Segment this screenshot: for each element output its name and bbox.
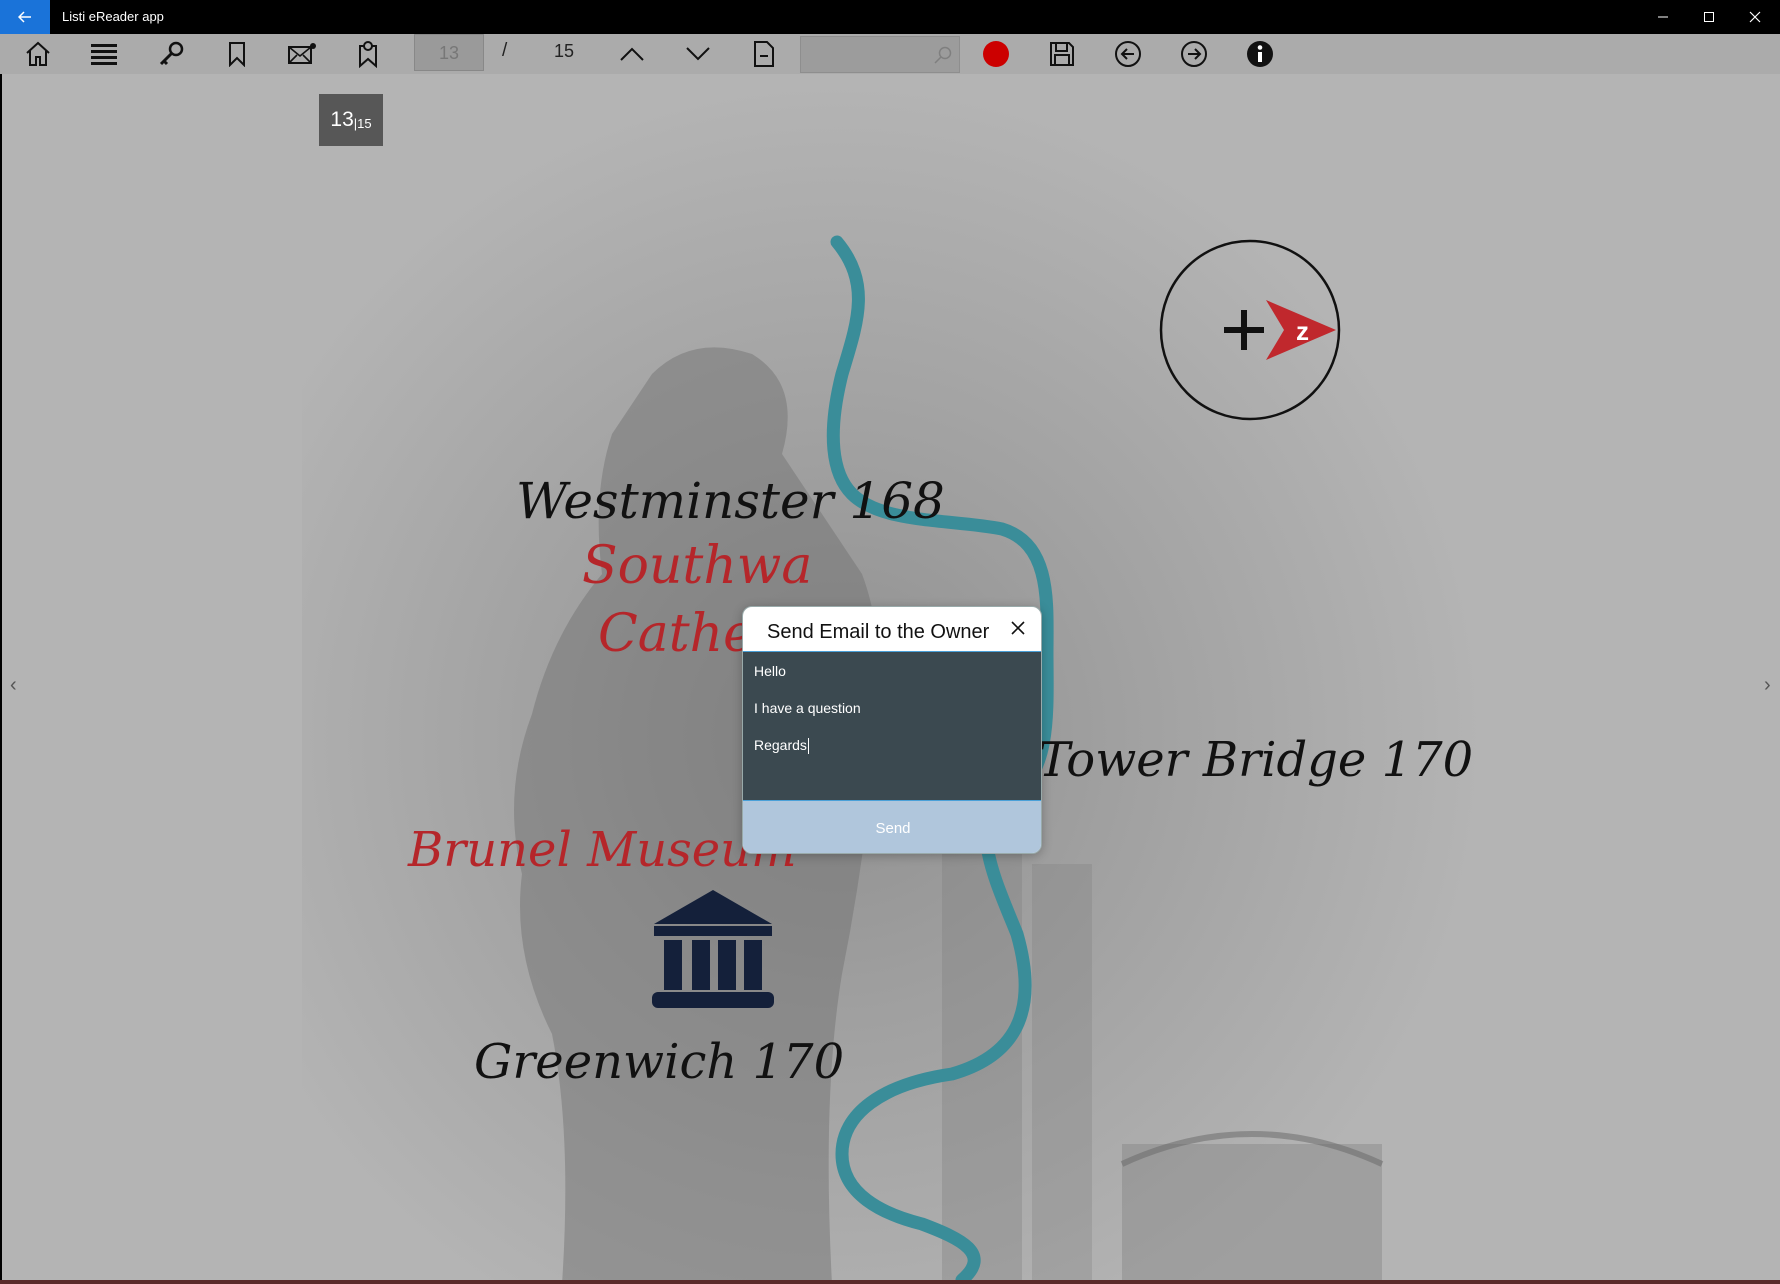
app-title: Listi eReader app xyxy=(62,9,164,24)
prev-page-arrow[interactable]: ‹ xyxy=(10,674,17,697)
send-button[interactable]: Send xyxy=(743,801,1041,853)
page-number-input[interactable]: 13 xyxy=(414,34,484,71)
toolbar: 13 / 15 xyxy=(0,34,1780,74)
arrow-left-icon xyxy=(18,11,31,23)
close-icon xyxy=(1011,621,1025,635)
info-icon xyxy=(1247,41,1273,67)
label-tower-bridge: Tower Bridge 170 xyxy=(1038,732,1474,788)
email-message-textarea[interactable]: Hello I have a question Regards xyxy=(743,651,1041,801)
bookmark-location-icon xyxy=(359,41,377,68)
dialog-title: Send Email to the Owner xyxy=(767,621,990,643)
maximize-button[interactable] xyxy=(1686,0,1732,34)
chevron-up-icon xyxy=(620,47,644,61)
maximize-icon xyxy=(1704,12,1714,22)
taskbar-strip xyxy=(0,1280,1780,1284)
page-view-button[interactable] xyxy=(744,38,784,70)
arrow-right-circle-icon xyxy=(1181,41,1207,67)
message-line: I have a question xyxy=(754,700,861,716)
menu-icon xyxy=(91,44,117,65)
text-caret xyxy=(807,738,809,755)
minimize-button[interactable] xyxy=(1640,0,1686,34)
close-icon xyxy=(1749,11,1761,23)
key-button[interactable] xyxy=(151,38,191,70)
bookmark-icon xyxy=(229,42,245,67)
history-forward-button[interactable] xyxy=(1174,38,1214,70)
page-separator: / xyxy=(502,40,508,61)
send-email-dialog: Send Email to the Owner Hello I have a q… xyxy=(742,606,1042,854)
bookmark-location-button[interactable] xyxy=(348,38,388,70)
history-back-button[interactable] xyxy=(1108,38,1148,70)
museum-icon xyxy=(652,890,774,1008)
message-line-last: Regards xyxy=(754,736,1032,773)
send-email-button[interactable] xyxy=(282,38,322,70)
home-icon xyxy=(26,41,50,66)
save-icon xyxy=(1050,42,1074,66)
send-email-icon xyxy=(288,43,316,64)
home-button[interactable] xyxy=(18,38,58,70)
reader-canvas[interactable]: 13 |15 z Westminster 168 Southwa Cathedr … xyxy=(0,74,1780,1280)
search-input[interactable] xyxy=(800,36,960,73)
title-bar: Listi eReader app xyxy=(0,0,1780,34)
info-button[interactable] xyxy=(1240,38,1280,70)
label-brunel-museum: Brunel Museum xyxy=(408,822,797,878)
contents-button[interactable] xyxy=(84,38,124,70)
dialog-close-button[interactable] xyxy=(1005,615,1031,641)
svg-text:z: z xyxy=(1296,316,1309,346)
bookmark-button[interactable] xyxy=(217,38,257,70)
zoom-plus-logo: z xyxy=(1159,239,1341,421)
arrow-left-circle-icon xyxy=(1115,41,1141,67)
record-icon xyxy=(983,41,1009,67)
next-page-arrow[interactable]: › xyxy=(1764,674,1771,697)
label-greenwich: Greenwich 170 xyxy=(474,1034,845,1090)
back-button[interactable] xyxy=(0,0,50,34)
page-icon xyxy=(754,41,774,67)
page-total: 15 xyxy=(554,41,575,61)
minimize-icon xyxy=(1658,16,1668,18)
record-button[interactable] xyxy=(976,38,1016,70)
label-southwark-line1: Southwa xyxy=(582,536,813,596)
chevron-down-icon xyxy=(686,47,710,61)
message-line: Hello xyxy=(754,663,786,679)
search-icon xyxy=(934,46,952,64)
page-up-button[interactable] xyxy=(612,38,652,70)
save-button[interactable] xyxy=(1042,38,1082,70)
message-line-text: Regards xyxy=(754,737,807,753)
close-button[interactable] xyxy=(1732,0,1778,34)
label-westminster: Westminster 168 xyxy=(516,472,945,530)
key-icon xyxy=(159,41,184,66)
page-down-button[interactable] xyxy=(678,38,718,70)
